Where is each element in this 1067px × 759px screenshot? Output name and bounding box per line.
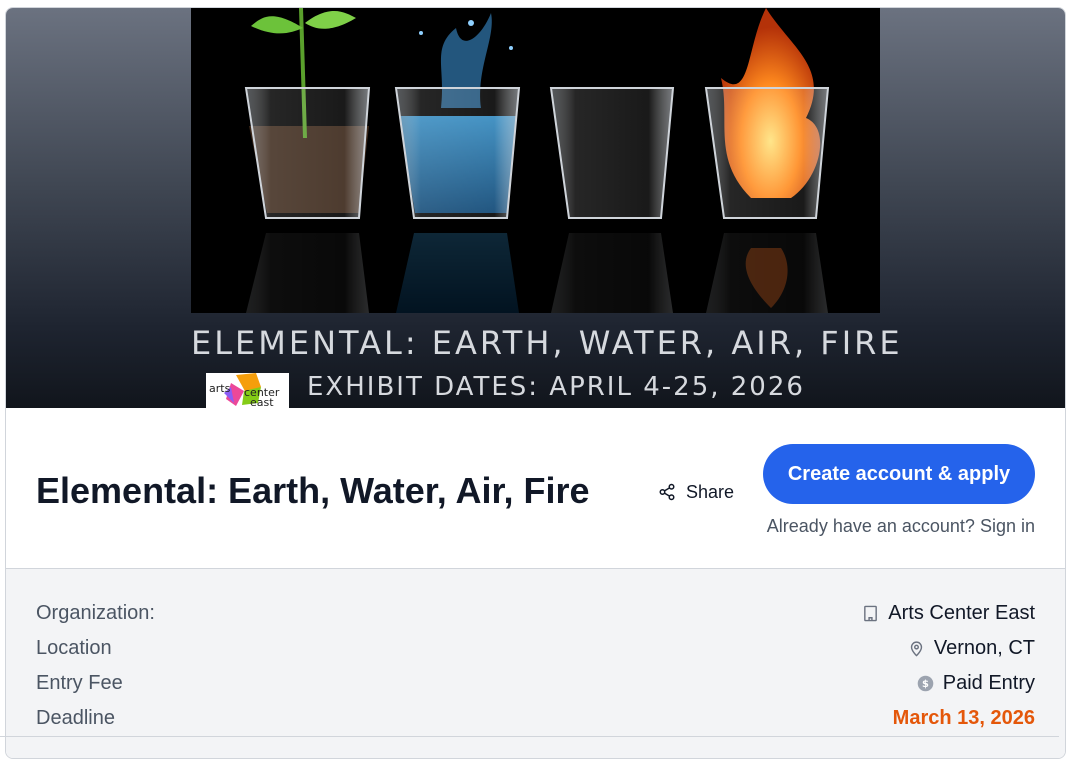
signin-prompt: Already have an account? Sign in (767, 516, 1035, 537)
share-button[interactable]: Share (658, 480, 734, 504)
signin-link[interactable]: Sign in (980, 516, 1035, 536)
deadline-label: Deadline (36, 706, 115, 729)
share-label: Share (686, 481, 735, 502)
create-account-apply-button[interactable]: Create account & apply (763, 444, 1035, 504)
poster-dates: EXHIBIT DATES: APRIL 4-25, 2026 (307, 372, 805, 402)
location-value: Vernon, CT (933, 636, 1035, 659)
detail-row-deadline: Deadline March 13, 2026 (36, 703, 1035, 733)
page-title: Elemental: Earth, Water, Air, Fire (36, 470, 590, 511)
hero-image (191, 8, 880, 313)
entry-fee-value-wrap: $ Paid Entry (917, 672, 1035, 695)
opportunity-card: ELEMENTAL: EARTH, WATER, AIR, FIRE arts … (5, 7, 1066, 759)
entry-fee-value: Paid Entry (942, 671, 1035, 694)
map-pin-icon (910, 640, 922, 657)
organization-value-wrap: Arts Center East (862, 602, 1035, 625)
location-value-wrap: Vernon, CT (908, 637, 1035, 660)
detail-row-entry-fee: Entry Fee $ Paid Entry (36, 668, 1035, 698)
signin-prefix: Already have an account? (766, 516, 975, 536)
arts-center-east-logo: arts center east (206, 373, 289, 408)
hero-banner: ELEMENTAL: EARTH, WATER, AIR, FIRE arts … (6, 8, 1065, 408)
organization-label: Organization: (36, 601, 155, 624)
header-section: Elemental: Earth, Water, Air, Fire Share… (6, 408, 1065, 569)
dollar-icon: $ (917, 675, 934, 691)
detail-row-location: Location Vernon, CT (36, 633, 1035, 663)
detail-row-organization: Organization: Arts Center East (36, 598, 1035, 628)
logo-word-arts: arts (209, 382, 231, 395)
location-label: Location (36, 636, 112, 659)
organization-value: Arts Center East (888, 601, 1035, 624)
entry-fee-label: Entry Fee (36, 671, 123, 694)
building-icon (864, 605, 878, 621)
share-icon (659, 483, 675, 501)
logo-word-east: east (250, 396, 274, 408)
deadline-value: March 13, 2026 (892, 706, 1035, 729)
svg-text:$: $ (922, 679, 929, 690)
divider (0, 736, 1059, 737)
details-section: Organization: Arts Center East Location … (6, 569, 1065, 758)
poster-title: ELEMENTAL: EARTH, WATER, AIR, FIRE (191, 324, 903, 362)
